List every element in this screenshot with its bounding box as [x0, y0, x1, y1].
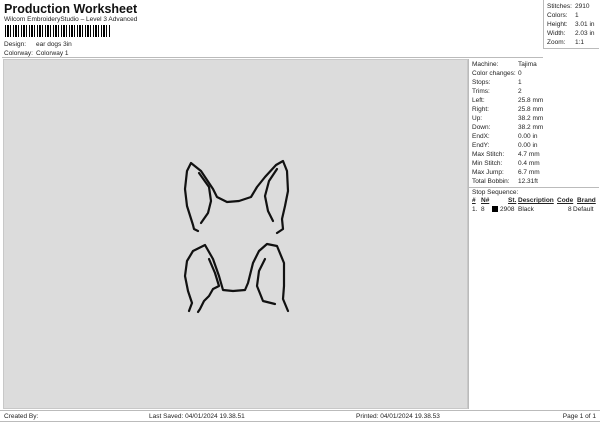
colorway-value: Colorway 1 [36, 50, 69, 57]
detail-value: 1 [518, 79, 522, 86]
stats-box: Stitches: 2910 Colors: 1 Height: 3.01 in Wi… [543, 0, 599, 49]
top-right-ear-inner [263, 167, 279, 223]
stat-label: Colors: [547, 12, 568, 19]
detail-label: Min Stitch: [472, 160, 503, 167]
stat-label: Zoom: [547, 39, 566, 46]
detail-row: Max Stitch: 4.7 mm [472, 150, 599, 159]
detail-row: Trims: 2 [472, 87, 599, 96]
detail-label: Trims: [472, 88, 490, 95]
detail-value: 6.7 mm [518, 169, 540, 176]
detail-row: Stops: 1 [472, 78, 599, 87]
detail-label: Left: [472, 97, 485, 104]
details-panel: Machine: Tajima Color changes: 0 Stops: 1 Trim… [468, 59, 599, 409]
detail-row: Min Stitch: 0.4 mm [472, 159, 599, 168]
detail-label: Total Bobbin: [472, 178, 510, 185]
detail-value: 38.2 mm [518, 115, 544, 122]
detail-row: Total Bobbin: 12.31ft [472, 177, 599, 186]
detail-row: Left: 25.8 mm [472, 96, 599, 105]
col-code: Code [557, 197, 574, 204]
design-preview [3, 59, 468, 409]
detail-row: Max Jump: 6.7 mm [472, 168, 599, 177]
row-brand: Default [573, 206, 594, 213]
color-swatch [492, 206, 498, 212]
col-needle: N# [481, 197, 490, 204]
software-name: Wilcom EmbroideryStudio – Level 3 Advanc… [4, 16, 138, 23]
detail-label: Max Jump: [472, 169, 504, 176]
detail-row: Machine: Tajima [472, 60, 599, 69]
stat-row: Zoom: 1:1 [547, 38, 599, 47]
detail-value: 0.00 in [518, 142, 538, 149]
design-label: Design: [4, 41, 27, 48]
embroidery-design [183, 159, 290, 314]
stat-label: Height: [547, 21, 568, 28]
detail-label: EndY: [472, 142, 490, 149]
stop-sequence-title: Stop Sequence: [469, 187, 599, 196]
stop-table-header: # N# St. Description Code Brand [472, 196, 599, 205]
design-row: Design: ear dogs 3in [4, 40, 72, 49]
detail-value: 0 [518, 70, 522, 77]
stat-row: Width: 2.03 in [547, 29, 599, 38]
stat-label: Width: [547, 30, 566, 37]
divider [2, 57, 543, 58]
footer: Created By: Last Saved: 04/01/2024 19.38… [0, 410, 600, 422]
detail-value: 25.8 mm [518, 106, 544, 113]
detail-value: 0.00 in [518, 133, 538, 140]
page-title: Production Worksheet [4, 2, 138, 16]
row-code: 8 [568, 206, 572, 213]
detail-row: EndX: 0.00 in [472, 132, 599, 141]
stat-value: 2910 [575, 3, 590, 10]
top-left-ear-inner [197, 171, 213, 225]
printed-date: Printed: 04/01/2024 19.38.53 [356, 413, 440, 420]
created-by: Created By: [4, 413, 39, 420]
detail-label: Down: [472, 124, 491, 131]
detail-label: Stops: [472, 79, 491, 86]
row-description: Black [518, 206, 534, 213]
row-stitches: 2908 [500, 206, 515, 213]
detail-label: Color changes: [472, 70, 516, 77]
stat-row: Colors: 1 [547, 11, 599, 20]
col-brand: Brand [577, 197, 596, 204]
detail-value: 12.31ft [518, 178, 538, 185]
detail-label: Machine: [472, 61, 499, 68]
table-row: 1. 8 2908 Black 8 Default [472, 205, 599, 214]
detail-row: Up: 38.2 mm [472, 114, 599, 123]
col-description: Description [518, 197, 554, 204]
bottom-right-ear-inner [255, 257, 277, 306]
stat-row: Stitches: 2910 [547, 2, 599, 11]
stat-row: Height: 3.01 in [547, 20, 599, 29]
design-value: ear dogs 3in [36, 41, 72, 48]
detail-row: EndY: 0.00 in [472, 141, 599, 150]
detail-value: 4.7 mm [518, 151, 540, 158]
stat-label: Stitches: [547, 3, 572, 10]
detail-row: Down: 38.2 mm [472, 123, 599, 132]
stat-value: 1 [575, 12, 579, 19]
detail-label: Up: [472, 115, 483, 122]
row-needle: 8 [481, 206, 485, 213]
detail-label: Right: [472, 106, 489, 113]
detail-label: EndX: [472, 133, 490, 140]
detail-value: Tajima [518, 61, 537, 68]
detail-row: Color changes: 0 [472, 69, 599, 78]
stat-value: 2.03 in [575, 30, 595, 37]
last-saved: Last Saved: 04/01/2024 19.38.51 [149, 413, 245, 420]
stat-value: 3.01 in [575, 21, 595, 28]
col-stitches: St. [508, 197, 517, 204]
bottom-ears-outline [183, 242, 290, 313]
detail-row: Right: 25.8 mm [472, 105, 599, 114]
detail-value: 38.2 mm [518, 124, 544, 131]
stat-value: 1:1 [575, 39, 585, 46]
barcode [5, 25, 110, 37]
page-number: Page 1 of 1 [562, 413, 596, 420]
detail-label: Max Stitch: [472, 151, 505, 158]
detail-value: 25.8 mm [518, 97, 544, 104]
detail-value: 2 [518, 88, 522, 95]
detail-value: 0.4 mm [518, 160, 540, 167]
